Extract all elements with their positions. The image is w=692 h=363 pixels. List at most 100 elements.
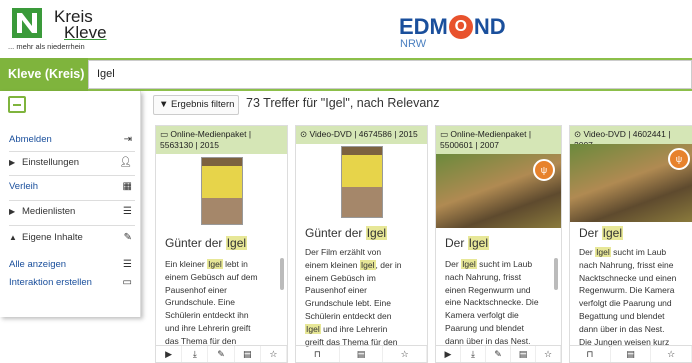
result-card[interactable]: ⊙ Video-DVD | 4602441 | 2007 ψ Der Igel … — [569, 125, 692, 363]
desc-line: sucht im Laub — [610, 247, 667, 257]
desc-line: Regenwurm. Die Kamera — [579, 285, 675, 296]
sidebar-item-label: Medienlisten — [22, 206, 76, 217]
disc-icon: ⊙ — [574, 129, 582, 139]
card-header: ⊙ Video-DVD | 4602441 | 2007 — [570, 126, 692, 150]
result-card[interactable]: ⊙ Video-DVD | 4674586 | 2015 Günter der … — [295, 125, 428, 363]
collapse-menu-button[interactable] — [8, 96, 26, 113]
card-title[interactable]: Günter der Igel — [305, 226, 388, 240]
kreis-kleve-logo[interactable]: Kreis Kleve ... mehr als niederrhein — [8, 6, 118, 52]
desc-highlight: Igel — [595, 247, 611, 257]
cart-icon[interactable]: ⊓ — [570, 346, 611, 362]
monitor-icon: ▭ — [440, 129, 449, 139]
sidebar-item-label: Interaktion erstellen — [9, 277, 92, 288]
edmond-logo-sub: NRW — [400, 38, 427, 50]
edit-icon: ✎ — [123, 232, 132, 243]
star-icon[interactable]: ☆ — [536, 346, 561, 362]
card-toolbar: ▶ ⤓ ✎ ▤ ☆ — [156, 345, 287, 362]
download-icon[interactable]: ⤓ — [461, 346, 486, 362]
document-icon[interactable]: ▤ — [511, 346, 536, 362]
star-icon[interactable]: ☆ — [383, 346, 427, 362]
desc-line: Pausenhof einer — [165, 284, 227, 295]
sidebar-item-label: Abmelden — [9, 134, 52, 145]
desc-line: Ein kleiner — [165, 259, 208, 269]
desc-line: eine Nacktschnecke. Die — [445, 297, 539, 308]
desc-line: sucht im Laub — [476, 259, 533, 269]
edit-icon[interactable]: ✎ — [208, 346, 235, 362]
desc-line: Der Film erzählt von — [305, 247, 382, 257]
document-icon[interactable]: ▤ — [611, 346, 652, 362]
title-text: Der — [445, 236, 468, 250]
card-description: Der Igel sucht im Laub nach Nahrung, fri… — [579, 246, 688, 348]
result-card[interactable]: ▭ Online-Medienpaket | 5563130 | 2015 Gü… — [155, 125, 288, 363]
card-toolbar: ⊓ ▤ ☆ — [296, 345, 427, 362]
star-icon[interactable]: ☆ — [651, 346, 692, 362]
search-bar: Kleve (Kreis) Igel — [0, 58, 692, 91]
edmond-logo[interactable]: EDM O ND NRW — [399, 14, 539, 54]
card-thumbnail[interactable] — [156, 154, 287, 228]
cart-icon[interactable]: ⊓ — [296, 346, 340, 362]
desc-highlight: Igel — [207, 259, 223, 269]
desc-line: Grundschule. Eine — [165, 297, 235, 308]
desc-line: nach Nahrung, frisst eine — [579, 259, 674, 270]
desc-line: dann über in das Nest. — [579, 323, 665, 334]
card-toolbar: ⊓ ▤ ☆ — [570, 345, 692, 362]
title-highlight: Igel — [467, 236, 490, 250]
desc-line: nach Nahrung, frisst — [445, 271, 522, 282]
sidebar-item-abmelden[interactable]: Abmelden ⇥ — [0, 129, 141, 151]
caret-right-icon: ▶ — [9, 158, 16, 167]
title-text: Günter der — [305, 226, 366, 240]
star-icon[interactable]: ☆ — [261, 346, 287, 362]
card-description: Der Film erzählt von einem kleinen Igel,… — [305, 246, 415, 348]
title-highlight: Igel — [225, 236, 248, 250]
sign-out-icon: ⇥ — [123, 134, 132, 145]
logo-tagline: ... mehr als niederrhein — [8, 42, 85, 51]
sidebar-item-einstellungen[interactable]: ▶ Einstellungen 👤︎ — [0, 152, 141, 174]
result-card[interactable]: ▭ Online-Medienpaket | 5500601 | 2007 ψ … — [435, 125, 562, 363]
play-icon[interactable]: ▶ — [436, 346, 461, 362]
filter-label: Ergebnis filtern — [171, 99, 235, 110]
filter-results-button[interactable]: ▼ Ergebnis filtern — [153, 95, 239, 115]
card-title[interactable]: Der Igel — [579, 226, 624, 240]
scrollbar[interactable] — [554, 258, 558, 290]
badge-icon: ψ — [668, 148, 690, 170]
download-icon[interactable]: ⤓ — [182, 346, 209, 362]
card-meta: 5500601 | 2007 — [440, 140, 499, 150]
play-icon[interactable]: ▶ — [156, 346, 183, 362]
sidebar-item-label: Verleih — [9, 181, 39, 192]
desc-line: einem Gebüsch auf dem — [165, 271, 258, 282]
card-type: Online-Medienpaket | — [170, 129, 252, 139]
search-input[interactable]: Igel — [88, 60, 692, 89]
logo-word-kleve: Kleve — [64, 23, 107, 42]
card-type: Online-Medienpaket | — [450, 129, 532, 139]
document-icon[interactable]: ▤ — [340, 346, 384, 362]
card-thumbnail[interactable] — [296, 144, 427, 222]
edit-icon[interactable]: ✎ — [486, 346, 511, 362]
desc-line: Grundschule lebt. Eine — [305, 298, 391, 309]
sidebar-item-verleih[interactable]: Verleih ▦ — [0, 176, 141, 198]
cover-image — [201, 157, 243, 225]
sidebar-item-eigene-inhalte[interactable]: ▲ Eigene Inhalte ✎ — [0, 227, 141, 249]
card-title[interactable]: Günter der Igel — [165, 236, 248, 250]
desc-line: Begattung und blendet — [579, 310, 665, 321]
desc-line: Nacktschnecke und einen — [579, 272, 677, 283]
sidebar-item-medienlisten[interactable]: ▶ Medienlisten ☰ — [0, 201, 141, 223]
card-title[interactable]: Der Igel — [445, 236, 490, 250]
title-text: Günter der — [165, 236, 226, 250]
region-selector[interactable]: Kleve (Kreis) — [0, 58, 88, 91]
card-type: Video-DVD | 4674586 | 2015 — [309, 129, 418, 139]
desc-line: Der — [445, 259, 462, 269]
monitor-icon: ▭ — [160, 129, 169, 139]
desc-line: einem kleinen — [305, 259, 360, 270]
sidebar-item-label: Einstellungen — [22, 157, 80, 168]
card-header: ▭ Online-Medienpaket | 5563130 | 2015 — [156, 126, 287, 154]
user-icon: 👤︎ — [119, 157, 132, 168]
document-icon[interactable]: ▤ — [235, 346, 261, 362]
card-thumbnail[interactable]: ψ — [570, 144, 692, 222]
card-header: ⊙ Video-DVD | 4674586 | 2015 — [296, 126, 427, 144]
monitor-icon: ▭ — [122, 277, 132, 288]
card-header: ▭ Online-Medienpaket | 5500601 | 2007 — [436, 126, 561, 154]
card-thumbnail[interactable]: ψ — [436, 154, 561, 228]
scrollbar[interactable] — [280, 258, 284, 290]
sidebar-item-interaktion-erstellen[interactable]: Interaktion erstellen ▭ — [0, 272, 141, 294]
calendar-icon: ▦ — [122, 181, 132, 192]
